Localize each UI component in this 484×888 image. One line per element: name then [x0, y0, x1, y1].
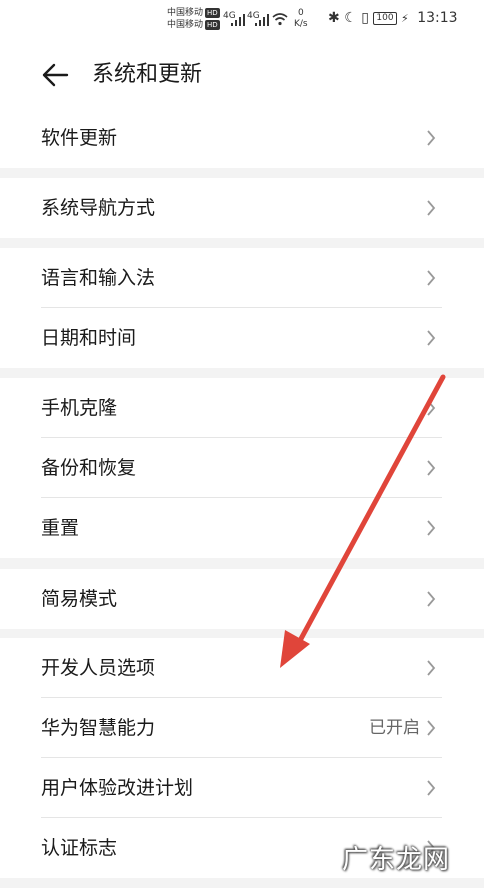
- back-arrow-icon[interactable]: [40, 60, 70, 90]
- hd-badge: HD: [205, 8, 220, 18]
- network-speed: 0 K/s: [294, 8, 308, 30]
- signal-icon: [255, 14, 269, 26]
- vibrate-icon: ▯: [361, 10, 369, 26]
- chevron-right-icon: [427, 130, 436, 146]
- settings-item-software-update[interactable]: 软件更新: [0, 108, 484, 168]
- carrier-1: 中国移动: [167, 8, 204, 18]
- settings-item-simple-mode[interactable]: 简易模式: [0, 569, 484, 629]
- chevron-right-icon: [427, 520, 436, 536]
- clock: 13:13: [417, 10, 458, 26]
- item-label: 认证标志: [41, 837, 118, 859]
- status-bar: 中国移动 HD 中国移动 HD 4G 4G 0 K/s ✱ ☾ ▯ 100 ⚡ 13…: [0, 0, 484, 40]
- chevron-right-icon: [427, 400, 436, 416]
- settings-item-date-time[interactable]: 日期和时间: [0, 308, 484, 368]
- chevron-right-icon: [427, 330, 436, 346]
- settings-item-huawei-ai[interactable]: 华为智慧能力 已开启: [0, 698, 484, 758]
- status-value: 已开启: [369, 718, 420, 738]
- chevron-right-icon: [427, 660, 436, 676]
- settings-group: 语言和输入法 日期和时间: [0, 248, 484, 368]
- chevron-right-icon: [427, 720, 436, 736]
- status-right: ✱ ☾ ▯ 100 ⚡ 13:13: [328, 10, 458, 26]
- wifi-icon: [272, 13, 288, 26]
- item-label: 系统导航方式: [41, 197, 156, 219]
- item-label: 备份和恢复: [41, 457, 137, 479]
- item-label: 开发人员选项: [41, 657, 156, 679]
- item-label: 语言和输入法: [41, 267, 156, 289]
- charging-icon: ⚡: [401, 12, 409, 25]
- item-label: 重置: [41, 517, 80, 539]
- settings-item-backup-restore[interactable]: 备份和恢复: [0, 438, 484, 498]
- page-header: 系统和更新: [0, 40, 484, 112]
- bluetooth-icon: ✱: [328, 10, 340, 26]
- battery-icon: 100: [373, 12, 397, 25]
- settings-item-reset[interactable]: 重置: [0, 498, 484, 558]
- settings-item-developer-options[interactable]: 开发人员选项: [0, 638, 484, 698]
- speed-value: 0: [297, 8, 304, 18]
- item-label: 软件更新: [41, 127, 118, 149]
- page-title: 系统和更新: [92, 62, 203, 87]
- moon-icon: ☾: [344, 10, 357, 26]
- carrier-2: 中国移动: [167, 20, 204, 30]
- item-label: 华为智慧能力: [41, 717, 156, 739]
- settings-item-language-input[interactable]: 语言和输入法: [0, 248, 484, 308]
- carrier-info: 中国移动 HD 中国移动 HD: [167, 7, 220, 31]
- chevron-right-icon: [427, 780, 436, 796]
- settings-item-system-navigation[interactable]: 系统导航方式: [0, 178, 484, 238]
- signal-icon: [231, 14, 245, 26]
- settings-group: 简易模式: [0, 569, 484, 629]
- item-label: 简易模式: [41, 588, 118, 610]
- item-label: 手机克隆: [41, 397, 118, 419]
- chevron-right-icon: [427, 591, 436, 607]
- settings-group: 开发人员选项 华为智慧能力 已开启 用户体验改进计划 认证标志: [0, 638, 484, 878]
- item-label: 用户体验改进计划: [41, 777, 194, 799]
- settings-group: 软件更新: [0, 108, 484, 168]
- hd-badge: HD: [205, 20, 220, 30]
- item-label: 日期和时间: [41, 327, 137, 349]
- chevron-right-icon: [427, 200, 436, 216]
- settings-group: 系统导航方式: [0, 178, 484, 238]
- settings-group: 手机克隆 备份和恢复 重置: [0, 378, 484, 558]
- speed-unit: K/s: [294, 19, 308, 29]
- settings-item-phone-clone[interactable]: 手机克隆: [0, 378, 484, 438]
- settings-item-user-experience[interactable]: 用户体验改进计划: [0, 758, 484, 818]
- chevron-right-icon: [427, 460, 436, 476]
- watermark: 广东龙网: [341, 845, 450, 875]
- chevron-right-icon: [427, 270, 436, 286]
